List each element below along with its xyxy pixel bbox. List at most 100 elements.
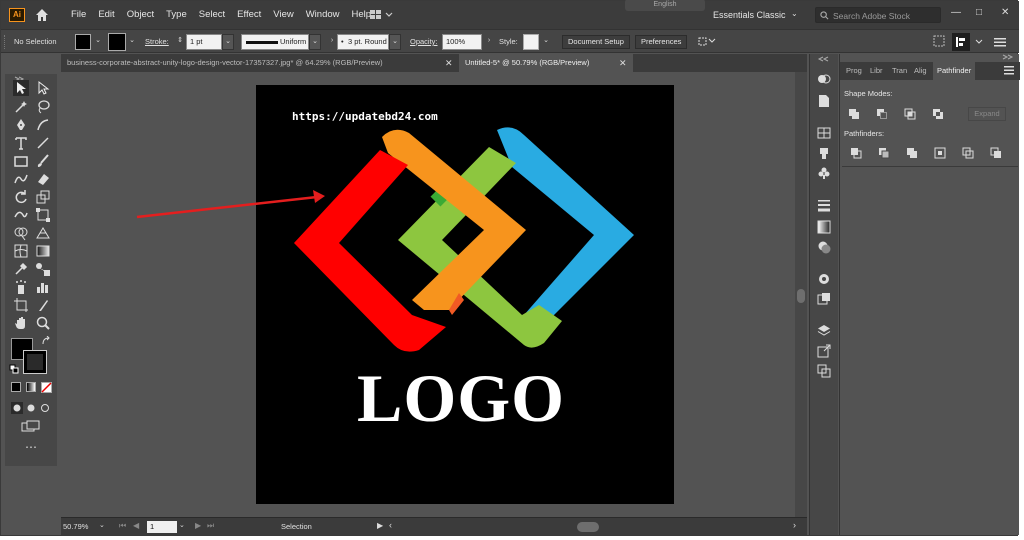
chevron-down-icon[interactable]: ⌄ — [540, 34, 552, 50]
menu-edit[interactable]: Edit — [98, 9, 114, 20]
previous-artboard-icon[interactable]: ◀ — [133, 521, 139, 530]
document-info-icon[interactable] — [817, 94, 831, 108]
canvas-area[interactable]: https://updatebd24.com LOGO — [61, 72, 795, 517]
menu-select[interactable]: Select — [199, 9, 225, 20]
free-transform-tool-icon[interactable] — [35, 207, 51, 223]
workspace-switcher[interactable]: Essentials Classic — [713, 10, 786, 20]
close-icon[interactable]: ✕ — [619, 54, 627, 72]
current-tool-status[interactable]: Selection — [281, 521, 312, 533]
arrange-documents-icon[interactable] — [369, 8, 395, 22]
menu-effect[interactable]: Effect — [237, 9, 261, 20]
brush-definition[interactable]: • 3 pt. Round — [337, 34, 389, 50]
scroll-left-icon[interactable]: ‹ — [389, 520, 392, 530]
artboards-icon[interactable] — [817, 364, 831, 378]
hand-tool-icon[interactable] — [13, 315, 29, 331]
curvature-tool-icon[interactable] — [35, 117, 51, 133]
scale-tool-icon[interactable] — [35, 189, 51, 205]
transparency-icon[interactable] — [817, 240, 831, 254]
lasso-tool-icon[interactable] — [35, 99, 51, 115]
graphic-styles-icon[interactable] — [817, 292, 831, 306]
gradient-panel-icon[interactable] — [817, 220, 831, 234]
menu-object[interactable]: Object — [127, 9, 154, 20]
stroke-weight-stepper[interactable]: ⇕ — [175, 34, 185, 50]
variable-width-profile[interactable]: Uniform — [241, 34, 309, 50]
color-guide-icon[interactable] — [817, 272, 831, 286]
fill-swatch[interactable] — [75, 34, 91, 50]
more-options-icon[interactable] — [973, 35, 987, 49]
gradient-mode-icon[interactable] — [26, 382, 36, 392]
stroke-weight-field[interactable]: 1 pt — [186, 34, 222, 50]
selection-tool-icon[interactable] — [13, 80, 29, 96]
horizontal-scroll-thumb[interactable] — [577, 522, 599, 532]
preferences-button[interactable]: Preferences — [635, 35, 688, 49]
symbols-icon[interactable] — [817, 166, 831, 180]
tab-pathfinder[interactable]: Pathfinder — [933, 62, 976, 80]
chevron-down-icon[interactable]: ⌄ — [791, 9, 798, 18]
vertical-scroll-thumb[interactable] — [797, 289, 805, 303]
tab-transform[interactable]: Tran — [892, 62, 910, 80]
tab-untitled-5[interactable]: Untitled-5* @ 50.79% (RGB/Preview) ✕ — [459, 54, 633, 72]
layers-icon[interactable] — [817, 324, 831, 338]
tab-libraries[interactable]: Libr — [870, 62, 888, 80]
chevron-down-icon[interactable]: ⌄ — [309, 34, 321, 50]
graphic-style-swatch[interactable] — [523, 34, 539, 50]
chevron-right-icon[interactable]: ▶ — [377, 521, 383, 530]
exclude-icon[interactable] — [932, 108, 944, 120]
appearance-icon[interactable] — [817, 72, 831, 86]
export-icon[interactable] — [817, 344, 831, 358]
maximize-icon[interactable]: □ — [976, 7, 982, 18]
crop-icon[interactable] — [934, 147, 946, 159]
zoom-level[interactable]: 50.79% — [63, 521, 97, 533]
minus-back-icon[interactable] — [990, 147, 1002, 159]
outline-icon[interactable] — [962, 147, 974, 159]
chevron-down-icon[interactable]: ⌄ — [126, 34, 138, 50]
control-bar-grip[interactable] — [4, 35, 7, 49]
edit-toolbar-icon[interactable]: ⋯ — [25, 441, 37, 453]
chevron-down-icon[interactable]: ⌄ — [222, 34, 234, 50]
perspective-grid-tool-icon[interactable] — [35, 225, 51, 241]
warp-tool-icon[interactable] — [13, 207, 29, 223]
align-panel-toggle[interactable] — [952, 33, 970, 51]
swap-fill-stroke-icon[interactable] — [41, 336, 51, 346]
transform-options-icon[interactable] — [697, 35, 717, 49]
draw-modes-icon[interactable] — [11, 402, 53, 414]
default-fill-stroke-icon[interactable] — [9, 364, 19, 374]
artboard[interactable]: https://updatebd24.com LOGO — [256, 85, 674, 504]
minimize-icon[interactable]: — — [951, 7, 961, 18]
close-icon[interactable]: ✕ — [1001, 7, 1009, 18]
stroke-swatch[interactable] — [108, 33, 126, 51]
chevron-down-icon[interactable]: ⌄ — [92, 34, 104, 50]
blend-tool-icon[interactable] — [35, 261, 51, 277]
slice-tool-icon[interactable] — [35, 297, 51, 313]
expand-button[interactable]: Expand — [968, 107, 1006, 121]
stroke-panel-icon[interactable] — [817, 198, 831, 212]
tab-business-logo-jpg[interactable]: business-corporate-abstract-unity-logo-d… — [61, 54, 457, 72]
color-mode-icon[interactable] — [11, 382, 21, 392]
direct-selection-tool-icon[interactable] — [35, 80, 51, 96]
panel-menu-icon[interactable] — [993, 36, 1007, 48]
first-artboard-icon[interactable]: ⏮ — [119, 521, 126, 531]
pen-tool-icon[interactable] — [13, 117, 29, 133]
last-artboard-icon[interactable]: ⏭ — [207, 521, 214, 531]
menu-window[interactable]: Window — [306, 9, 340, 20]
home-icon[interactable] — [34, 7, 50, 23]
symbol-sprayer-tool-icon[interactable] — [13, 279, 29, 295]
unity-logo-graphic[interactable] — [284, 125, 644, 355]
zoom-tool-icon[interactable] — [35, 315, 51, 331]
opacity-field[interactable]: 100% — [442, 34, 482, 50]
merge-icon[interactable] — [906, 147, 918, 159]
document-setup-button[interactable]: Document Setup — [562, 35, 630, 49]
paintbrush-tool-icon[interactable] — [35, 153, 51, 169]
stroke-label[interactable]: Stroke: — [145, 37, 169, 46]
tab-properties[interactable]: Prog — [846, 62, 866, 80]
mesh-tool-icon[interactable] — [13, 243, 29, 259]
divide-icon[interactable] — [850, 147, 862, 159]
close-icon[interactable]: ✕ — [445, 54, 453, 72]
menu-file[interactable]: File — [71, 9, 86, 20]
artboard-tool-icon[interactable] — [13, 297, 29, 313]
scroll-right-icon[interactable]: › — [793, 520, 796, 530]
trim-icon[interactable] — [878, 147, 890, 159]
shaper-tool-icon[interactable] — [13, 171, 29, 187]
menu-view[interactable]: View — [273, 9, 293, 20]
chevron-down-icon[interactable]: ⌄ — [389, 34, 401, 50]
